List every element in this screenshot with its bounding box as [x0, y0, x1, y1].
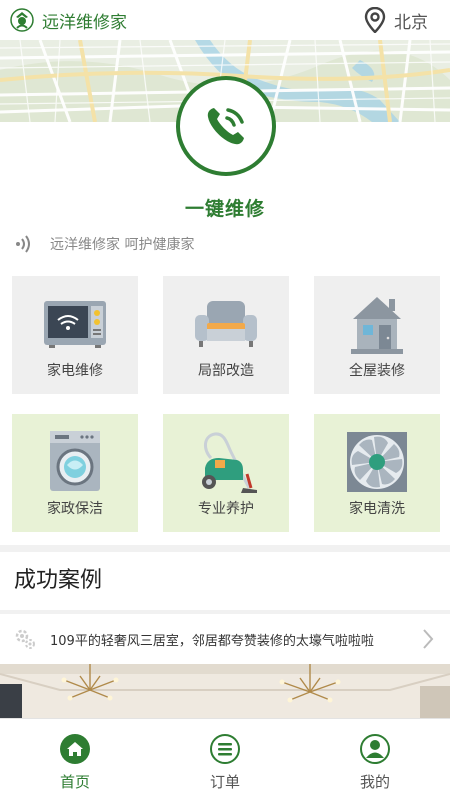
bottom-tab-bar: 首页 订单 我的: [0, 718, 450, 800]
vacuum-cleaner-icon: [193, 432, 259, 493]
success-cases-title: 成功案例: [14, 568, 103, 593]
service-housekeeping[interactable]: 家政保洁: [12, 414, 138, 532]
tab-label: 我的: [359, 773, 390, 791]
case-title: 109平的轻奢风三居室，邻居都夸赞装修的太壕气啦啦啦: [50, 634, 374, 649]
fan-icon: [346, 432, 408, 492]
gear-icon: [15, 629, 35, 649]
service-whole-house-renovation[interactable]: 全屋装修: [314, 276, 440, 394]
sound-wave-icon: [16, 235, 30, 253]
slogan-text: 远洋维修家 呵护健康家: [50, 237, 195, 253]
city-label: 北京: [394, 12, 428, 33]
tab-home[interactable]: 首页: [0, 719, 150, 800]
washing-machine-icon: [49, 431, 101, 491]
user-icon: [360, 734, 390, 764]
service-label: 家政保洁: [47, 501, 103, 517]
tab-label: 首页: [59, 773, 90, 791]
home-icon: [60, 734, 90, 764]
case-list-item[interactable]: 109平的轻奢风三居室，邻居都夸赞装修的太壕气啦啦啦: [0, 614, 450, 664]
location-pin-icon: [364, 7, 386, 33]
microwave-icon: [43, 298, 107, 350]
app-title: 远洋维修家: [42, 12, 127, 33]
service-label: 家电清洗: [349, 501, 405, 517]
top-bar: 远洋维修家 北京: [0, 0, 450, 40]
service-label: 家电维修: [47, 363, 103, 379]
service-label: 全屋装修: [349, 363, 405, 379]
brand-logo-icon: [10, 8, 34, 32]
one-key-repair-label[interactable]: 一键维修: [0, 194, 450, 221]
slogan-row: 远洋维修家 呵护健康家: [14, 234, 194, 254]
house-icon: [349, 297, 405, 354]
tab-mine[interactable]: 我的: [300, 719, 450, 800]
service-appliance-repair[interactable]: 家电维修: [12, 276, 138, 394]
service-label: 专业养护: [198, 501, 254, 517]
armchair-icon: [193, 298, 259, 350]
tab-label: 订单: [209, 773, 240, 791]
service-partial-renovation[interactable]: 局部改造: [163, 276, 289, 394]
chevron-right-icon: [423, 629, 434, 649]
service-professional-maintenance[interactable]: 专业养护: [163, 414, 289, 532]
service-appliance-cleaning[interactable]: 家电清洗: [314, 414, 440, 532]
location-selector[interactable]: 北京: [364, 7, 428, 33]
one-key-repair-button[interactable]: [176, 76, 276, 176]
list-icon: [210, 734, 240, 764]
case-photo[interactable]: [0, 664, 450, 720]
service-label: 局部改造: [198, 363, 254, 379]
section-divider: [0, 545, 450, 552]
tab-orders[interactable]: 订单: [150, 719, 300, 800]
app-screen: 远洋维修家 北京 一键维修 远洋维修家 呵护健康家 家电维修 局部改造 全屋装修…: [0, 0, 450, 800]
phone-call-icon: [207, 108, 244, 145]
